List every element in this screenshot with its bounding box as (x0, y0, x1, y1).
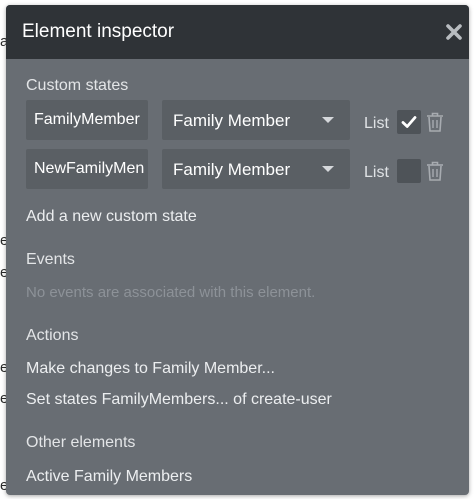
events-heading: Events (26, 251, 75, 268)
custom-state-type-dropdown[interactable]: Family Member (162, 149, 350, 189)
element-inspector-panel: Element inspector Custom states FamilyMe… (6, 5, 469, 495)
panel-header[interactable]: Element inspector (6, 5, 469, 59)
list-checkbox[interactable] (397, 110, 421, 134)
add-custom-state-link[interactable]: Add a new custom state (26, 208, 197, 226)
checkmark-icon (401, 116, 417, 128)
custom-state-type-value: Family Member (173, 160, 291, 179)
actions-heading: Actions (26, 327, 79, 344)
list-checkbox[interactable] (397, 159, 421, 183)
close-icon (446, 24, 462, 40)
trash-icon (427, 112, 443, 132)
custom-state-name-input[interactable]: NewFamilyMen (26, 149, 148, 189)
delete-state-button[interactable] (426, 161, 444, 181)
chevron-down-icon (322, 166, 334, 172)
list-label: List (364, 115, 389, 132)
custom-state-type-dropdown[interactable]: Family Member (162, 100, 350, 140)
trash-icon (427, 161, 443, 181)
custom-states-heading: Custom states (26, 77, 129, 94)
action-item[interactable]: Make changes to Family Member... (26, 360, 275, 378)
events-empty-message: No events are associated with this eleme… (26, 284, 316, 301)
other-element-item[interactable]: Active Family Members (26, 468, 192, 486)
page: a e e e e e Element inspector Custom sta… (0, 0, 475, 499)
other-elements-heading: Other elements (26, 434, 136, 451)
custom-state-name-input[interactable]: FamilyMember (26, 100, 148, 140)
chevron-down-icon (322, 117, 334, 123)
list-label: List (364, 164, 389, 181)
action-item[interactable]: Set states FamilyMembers... of create-us… (26, 391, 332, 409)
delete-state-button[interactable] (426, 112, 444, 132)
panel-title: Element inspector (22, 21, 175, 42)
custom-state-type-value: Family Member (173, 111, 291, 130)
close-button[interactable] (443, 21, 465, 43)
